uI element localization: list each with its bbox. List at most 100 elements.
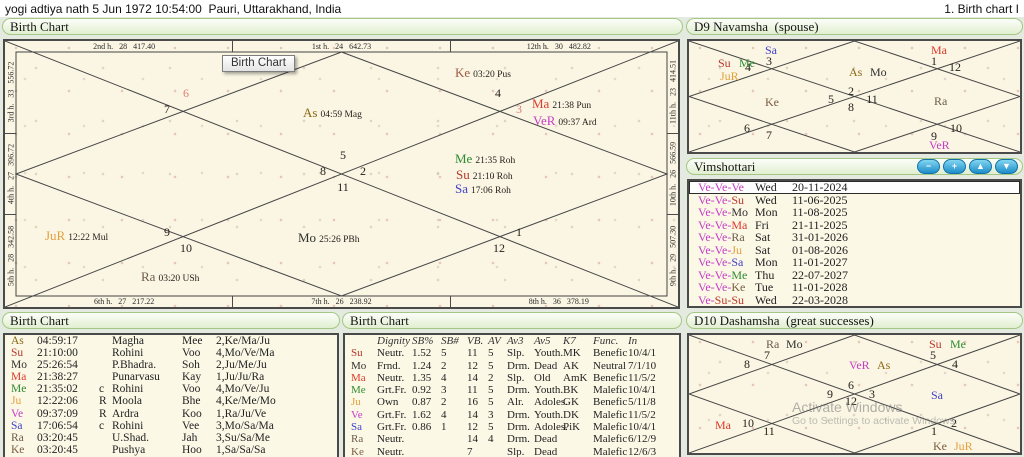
d10-planets: Ra Mo VeR As Su Me Sa Ma Ke JuR: [689, 335, 1020, 453]
planet-label: JuR: [954, 438, 973, 454]
planet-abbr: Mo: [298, 230, 317, 245]
planet-abbr: Ra: [934, 94, 948, 108]
planet-abbr: Sa: [351, 421, 362, 434]
panel-dignity-header[interactable]: Birth Chart: [342, 312, 682, 329]
dasha-toolbar: − + ▲ ▼: [914, 159, 1018, 174]
planet-label: Ma: [931, 42, 947, 58]
planet-abbr: Ke: [455, 65, 471, 80]
planet-motion-flag: [99, 444, 112, 456]
planet-abbr: Ma: [351, 371, 366, 384]
planet-abbr: Ra: [766, 337, 780, 351]
planet-longitude: 12:22:06: [37, 395, 78, 408]
planet-lords: 3,Su/Sa/Me: [216, 431, 270, 444]
planet-lords: 2,Ju/Me/Ju: [216, 359, 267, 372]
dasha-down-button[interactable]: ▼: [995, 159, 1018, 174]
planet-sound: Voo: [182, 347, 201, 360]
planet-sound: Mee: [182, 335, 203, 347]
planet-row: As 04:59:17 Magha Mee 2,Ke/Ma/Ju: [5, 335, 337, 347]
planet-row: Su 21:10:00 Rohini Voo 4,Mo/Ve/Ma: [5, 347, 337, 359]
planet-abbr: JuR: [954, 439, 973, 453]
dasha-up-button[interactable]: ▲: [969, 159, 992, 174]
dasha-date: 31-01-2026: [792, 230, 848, 244]
dasha-date: 20-11-2024: [792, 180, 848, 194]
planet-motion-flag: R: [99, 407, 107, 420]
dasha-weekday: Mon: [755, 205, 778, 219]
planet-motion-flag: [99, 359, 112, 371]
dasha-weekday: Tue: [755, 280, 774, 294]
planet-label: Sa: [765, 42, 777, 58]
planet-abbr: Ve: [11, 407, 24, 420]
planet-label: As: [849, 64, 862, 80]
planet-motion-flag: [99, 335, 112, 347]
planet-label: JuR 12:22 Mul: [45, 228, 108, 244]
planet-row: Sa 17:06:54 c Rohini Vee 3,Mo/Sa/Ma: [5, 420, 337, 432]
planet-label: Su: [929, 336, 942, 352]
dignity-row: Ve Grt.Fr. 1.62 4 14 3 Drm. Youth. DK Malefi…: [351, 408, 656, 421]
planet-abbr: Sa: [765, 43, 777, 57]
planet-row: Ve 09:37:09 R Ardra Koo 1,Ra/Ju/Ve: [5, 408, 337, 420]
planet-abbr: VeR: [929, 138, 950, 152]
planet-abbr: Sa: [455, 181, 468, 196]
planet-label: Ke: [933, 438, 947, 454]
dasha-row[interactable]: Ve-Su-Su Wed 22-03-2028: [689, 292, 1020, 307]
planet-sound: Voo: [182, 383, 201, 396]
planet-motion-flag: c: [99, 419, 105, 432]
planet-abbr: Ju: [11, 395, 22, 408]
planet-abbr: Su: [456, 167, 470, 182]
d10-chart[interactable]: 7 8 5 4 6 9 3 12 10 11 2 1 Ra Mo VeR As Su Me Sa Ma Ke JuR: [687, 333, 1022, 455]
dignity-row: Ju Own 0.87 2 16 5 Alr. Adoles. GK Benefic 5/…: [351, 396, 656, 409]
planet-abbr: Su: [929, 337, 942, 351]
planet-label: JuR: [720, 68, 739, 84]
planet-abbr: Me: [950, 337, 966, 351]
dignity-table: Dignity SB% SB# VB. AV Av3 Av5 K7 Func. In Su…: [343, 333, 681, 457]
planet-degree: 25:26 PBh: [319, 235, 360, 245]
panel-planet-list-header[interactable]: Birth Chart: [2, 312, 340, 329]
planet-label: Mo 25:26 PBh: [298, 230, 359, 246]
d9-chart[interactable]: 4 3 1 12 2 5 11 8 6 7 9 10 Sa Su Me JuR As Mo Ma Ke Ra VeR: [687, 39, 1022, 154]
planet-abbr: As: [303, 105, 318, 120]
panel-d9-header[interactable]: D9 Navamsha (spouse): [686, 18, 1023, 35]
planet-lords: 1,Ju/Ju/Ra: [216, 371, 265, 384]
planet-abbr: Ke: [351, 445, 364, 457]
panel-d10-header[interactable]: D10 Dashamsha (great successes): [686, 312, 1023, 329]
d1-chart[interactable]: 2nd h. 28 417.40 1st h. 24 642.73 12th h. …: [3, 39, 680, 309]
dasha-collapse-button[interactable]: −: [917, 159, 940, 174]
planet-abbr: Ma: [931, 43, 947, 57]
dasha-lords: Ve-Su-Su: [698, 292, 745, 307]
planet-abbr: JuR: [720, 69, 739, 83]
planet-lords: 4,Ke/Me/Mo: [216, 395, 276, 408]
planet-abbr: Ke: [11, 443, 25, 456]
planet-degree: 21:38 Pun: [552, 101, 592, 111]
dasha-date: 11-01-2028: [792, 280, 848, 294]
planet-lords: 3,Mo/Sa/Ma: [216, 419, 274, 432]
planet-abbr: As: [849, 65, 863, 79]
planet-nakshatra: U.Shad.: [112, 431, 150, 444]
planet-longitude: 21:35:02: [37, 383, 78, 396]
planet-label: As 04:59 Mag: [303, 105, 362, 121]
app-window: yogi adtiya nath 5 Jun 1972 10:54:00 Pau…: [0, 0, 1024, 457]
panel-d10-dashamsha: D10 Dashamsha (great successes) 78546931…: [686, 312, 1023, 457]
title-bar: yogi adtiya nath 5 Jun 1972 10:54:00 Pau…: [0, 0, 1024, 17]
planet-abbr: Su: [11, 347, 24, 360]
dignity-row: Me Grt.Fr. 0.92 3 11 5 Drm. Youth. BK Malefi…: [351, 384, 657, 397]
planet-row: Ju 12:22:06 R Moola Bhe 4,Ke/Me/Mo: [5, 395, 337, 407]
dasha-expand-button[interactable]: +: [943, 159, 966, 174]
panel-birth-chart: Birth Chart Birth Chart 2nd h. 28 417.40…: [2, 18, 683, 311]
planet-label: Sa: [931, 387, 943, 403]
dasha-date: 11-01-2027: [792, 255, 848, 269]
planet-abbr: Ma: [532, 96, 550, 111]
planet-abbr: Ju: [351, 396, 361, 409]
panel-birth-chart-header[interactable]: Birth Chart: [2, 18, 683, 35]
planet-nakshatra: P.Bhadra.: [112, 359, 157, 372]
planet-row: Mo 25:26:54 P.Bhadra. Soh 2,Ju/Me/Ju: [5, 359, 337, 371]
planet-row: Me 21:35:02 c Rohini Voo 4,Mo/Ve/Ju: [5, 383, 337, 395]
planet-label: Ra: [766, 336, 779, 352]
planet-motion-flag: R: [99, 395, 107, 408]
planet-abbr: Ra: [11, 431, 24, 444]
planet-lords: 2,Ke/Ma/Ju: [216, 335, 270, 347]
planet-longitude: 25:26:54: [37, 359, 78, 372]
planet-label: Ke 03:20 Pus: [455, 65, 511, 81]
planet-longitude: 04:59:17: [37, 335, 78, 347]
panel-dignity-table: Birth Chart Dignity SB% SB# VB. AV Av3 Av5 K…: [342, 312, 682, 457]
planet-label: Ra: [934, 93, 947, 109]
